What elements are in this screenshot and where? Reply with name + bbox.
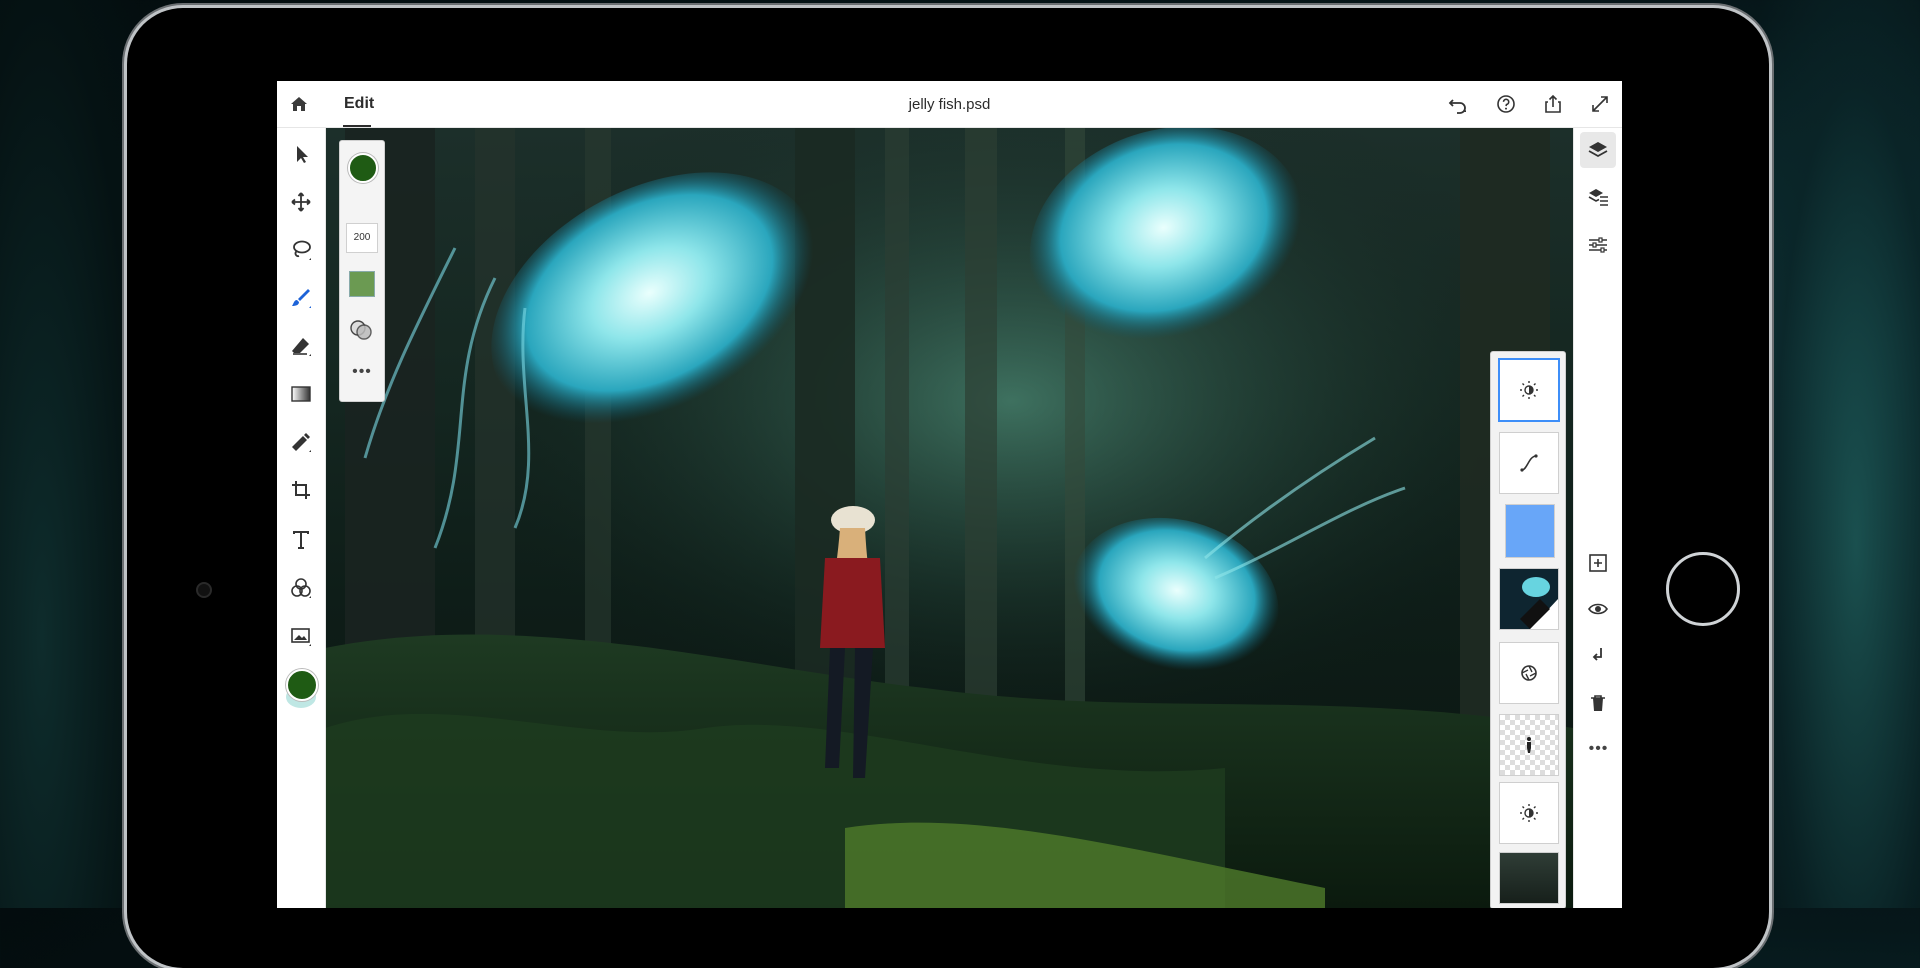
background-fern <box>1760 0 1920 908</box>
app-screen: Edit jelly fish.psd 200 ••• ••• <box>277 81 1622 908</box>
artwork <box>325 128 1573 908</box>
layer-color-fill[interactable] <box>1505 504 1555 558</box>
layer-brightness-1[interactable] <box>1498 358 1560 422</box>
edit-tab-indicator <box>343 125 371 127</box>
type-tool-icon[interactable] <box>289 528 313 552</box>
tools-toolbar <box>277 128 326 908</box>
figure-icon <box>1527 737 1531 753</box>
move-tool-icon[interactable] <box>289 190 313 214</box>
ipad-home-button[interactable] <box>1666 552 1740 626</box>
layer-curves[interactable] <box>1499 432 1559 494</box>
aperture-icon <box>1521 665 1537 681</box>
document-canvas[interactable] <box>325 128 1573 908</box>
brush-size-field[interactable]: 200 <box>346 223 378 253</box>
top-bar: Edit jelly fish.psd <box>277 81 1622 128</box>
place-image-tool-icon[interactable] <box>289 624 313 648</box>
lasso-tool-icon[interactable] <box>289 238 313 262</box>
layer-brightness-2[interactable] <box>1499 782 1559 844</box>
layer-jellyfish-image[interactable] <box>1499 568 1559 630</box>
adjustments-sliders-icon[interactable] <box>1587 234 1609 256</box>
share-icon[interactable] <box>1542 93 1564 115</box>
brush-tool-icon[interactable] <box>289 286 313 310</box>
help-icon[interactable] <box>1495 93 1517 115</box>
background-left <box>0 0 140 908</box>
healing-tool-icon[interactable] <box>289 430 313 454</box>
foreground-color-swatch[interactable] <box>286 669 318 701</box>
delete-icon[interactable] <box>1587 692 1609 714</box>
layers-icon[interactable] <box>1587 139 1609 161</box>
adjustment-tool-icon[interactable] <box>289 576 313 600</box>
eraser-tool-icon[interactable] <box>289 334 313 358</box>
jellyfish-thumbnail <box>1500 569 1558 629</box>
brush-options-panel: 200 ••• <box>339 140 385 402</box>
brush-color-swatch[interactable] <box>348 153 378 183</box>
blend-mode-icon[interactable] <box>348 317 374 343</box>
gradient-tool-icon[interactable] <box>289 382 313 406</box>
right-panel-more-button[interactable]: ••• <box>1574 740 1622 758</box>
undo-icon[interactable] <box>1447 93 1469 115</box>
layer-figure-cutout[interactable] <box>1499 714 1559 776</box>
layer-aperture-adjustment[interactable] <box>1499 642 1559 704</box>
add-layer-icon[interactable] <box>1587 552 1609 574</box>
document-title: jelly fish.psd <box>908 96 991 113</box>
brightness-icon <box>1520 381 1538 399</box>
brush-more-button[interactable]: ••• <box>340 363 384 381</box>
visibility-icon[interactable] <box>1587 598 1609 620</box>
layer-forest-image[interactable] <box>1499 852 1559 904</box>
layer-properties-icon[interactable] <box>1587 186 1609 208</box>
layers-panel <box>1490 351 1566 908</box>
curves-icon <box>1520 454 1538 472</box>
crop-tool-icon[interactable] <box>289 478 313 502</box>
brush-preset-swatch[interactable] <box>349 271 375 297</box>
ipad-camera <box>196 582 212 598</box>
right-tool-panel: ••• <box>1573 128 1622 908</box>
brightness-icon <box>1520 804 1538 822</box>
clip-mask-icon[interactable] <box>1587 644 1609 666</box>
select-tool-icon[interactable] <box>289 142 313 166</box>
fullscreen-icon[interactable] <box>1589 93 1611 115</box>
